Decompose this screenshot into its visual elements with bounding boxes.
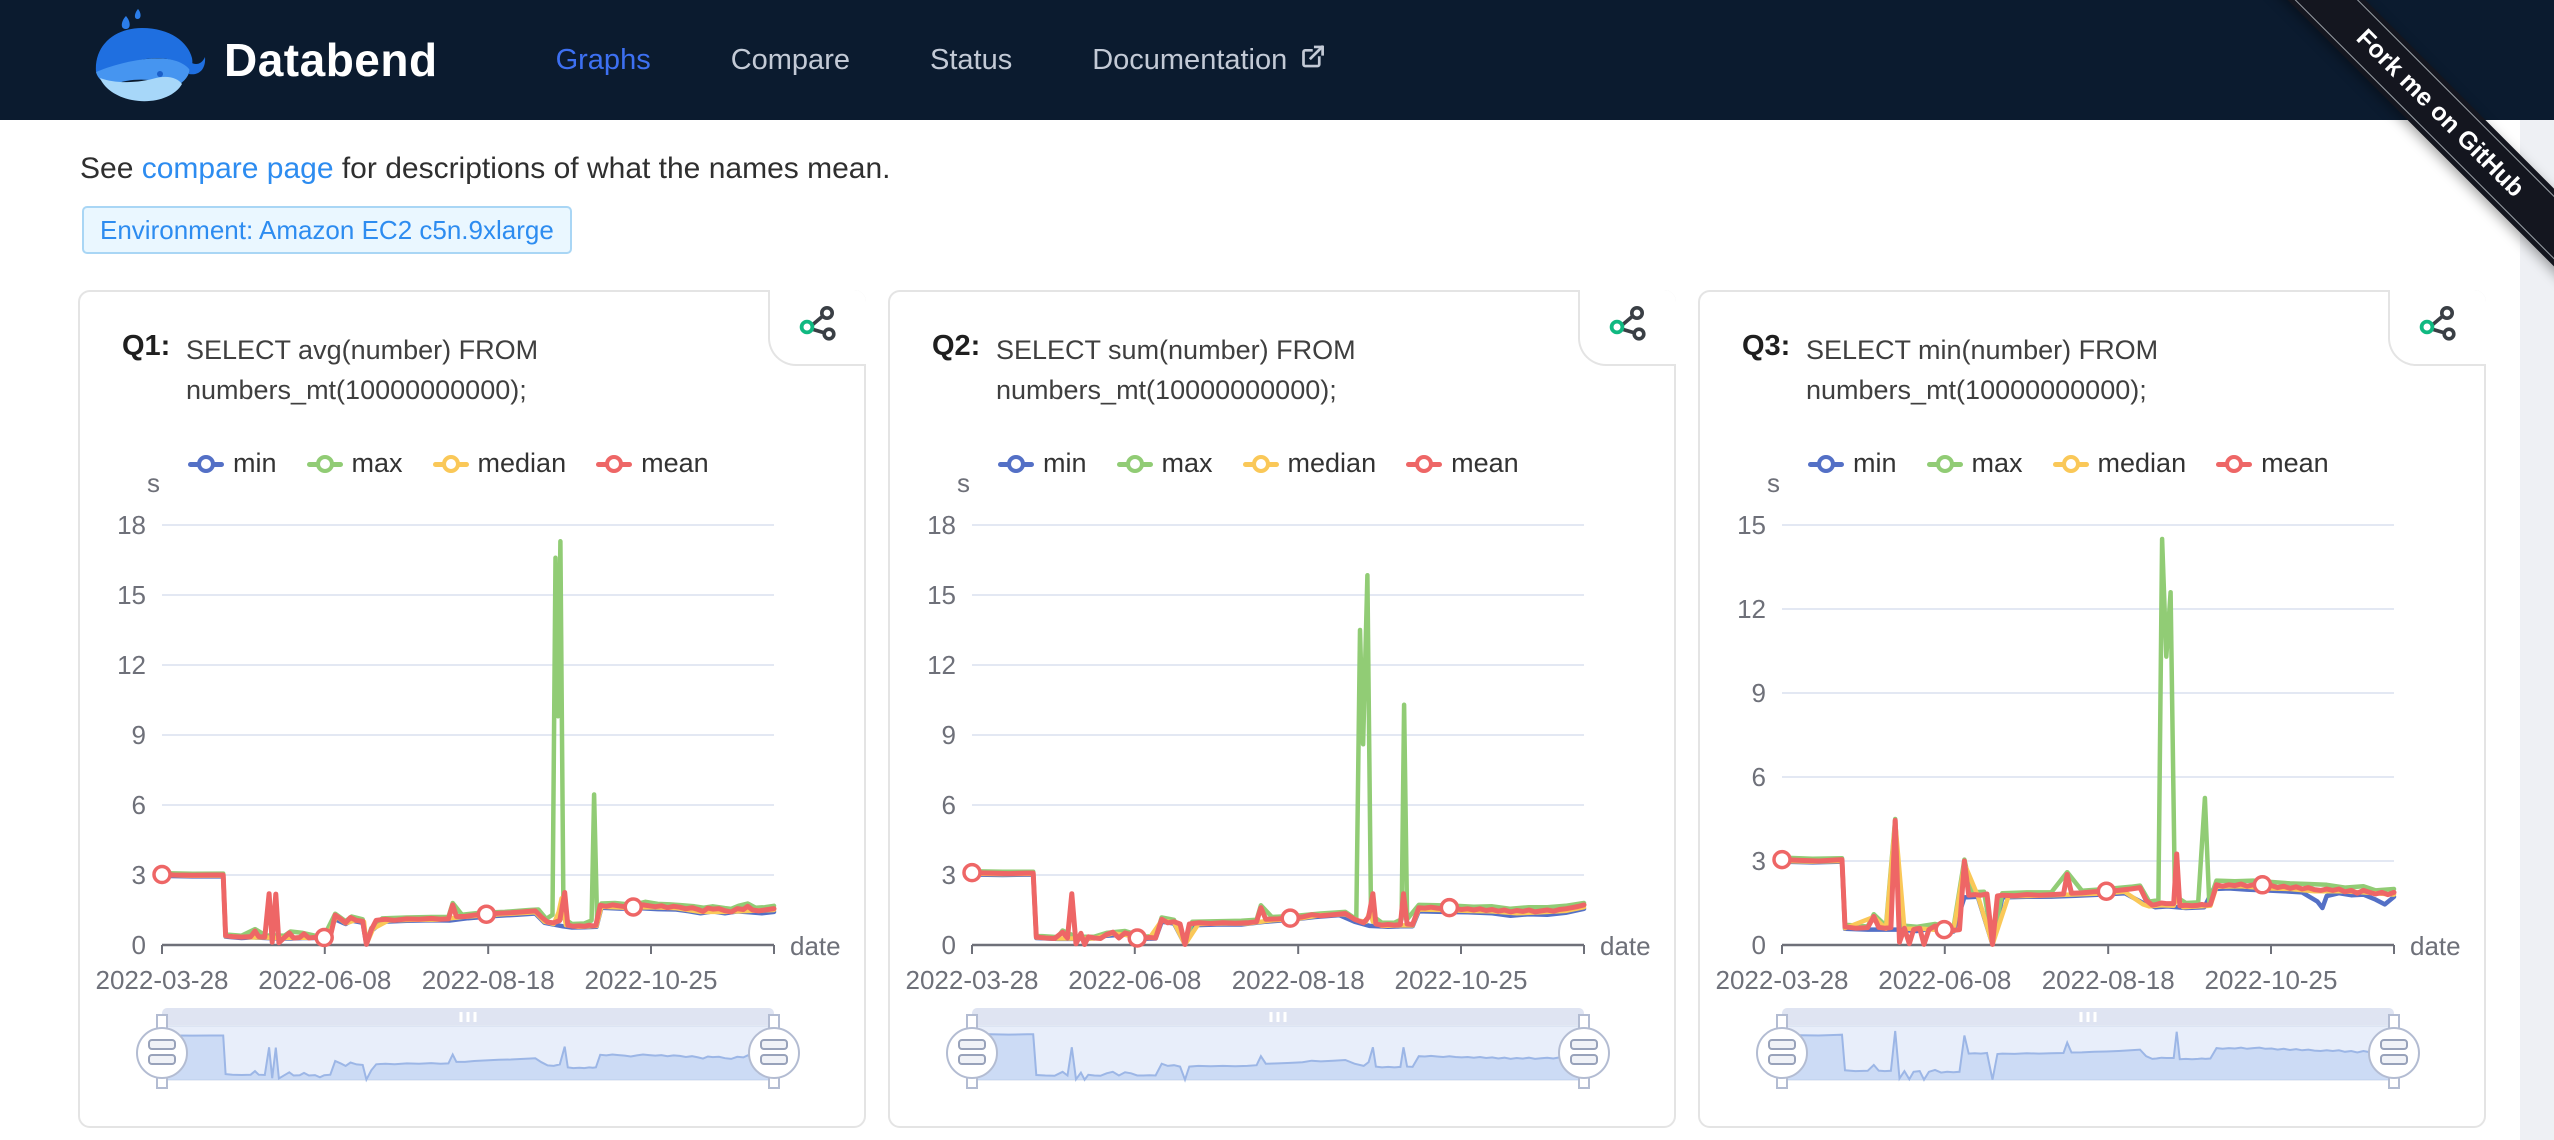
- y-tick-label: 15: [927, 580, 956, 610]
- brand[interactable]: Databend: [90, 8, 438, 113]
- x-tick-label: 2022-06-08: [258, 965, 391, 995]
- chart-header: Q3: SELECT min(number) FROM numbers_mt(1…: [1742, 330, 2222, 410]
- x-tick-label: 2022-03-28: [96, 965, 229, 995]
- data-point-marker: [154, 867, 170, 883]
- share-icon: [1607, 304, 1649, 351]
- x-tick-label: 2022-06-08: [1878, 965, 2011, 995]
- y-tick-label: 9: [1752, 678, 1766, 708]
- share-icon: [797, 304, 839, 351]
- x-axis-name: date: [790, 931, 841, 961]
- nav-links: Graphs Compare Status Documentation: [556, 43, 1327, 78]
- x-tick-label: 2022-10-25: [2204, 965, 2337, 995]
- y-tick-label: 12: [117, 650, 146, 680]
- data-point-marker: [316, 930, 332, 946]
- page: Databend Graphs Compare Status Documenta…: [0, 0, 2554, 1140]
- github-ribbon-wrap: Fork me on GitHub: [2224, 0, 2554, 330]
- y-tick-label: 0: [132, 930, 146, 960]
- series-line-max: [1782, 539, 2394, 942]
- y-tick-label: 15: [1737, 510, 1766, 540]
- data-point-marker: [1282, 910, 1298, 926]
- data-point-marker: [478, 906, 494, 922]
- x-tick-label: 2022-03-28: [906, 965, 1039, 995]
- y-tick-label: 6: [1752, 762, 1766, 792]
- external-link-icon: [1299, 43, 1326, 78]
- nav-link-documentation[interactable]: Documentation: [1092, 43, 1326, 78]
- y-tick-label: 18: [117, 510, 146, 540]
- x-tick-label: 2022-10-25: [1394, 965, 1527, 995]
- query-label: Q2:: [932, 330, 996, 410]
- nav-link-compare[interactable]: Compare: [731, 44, 850, 77]
- y-axis-unit: s: [147, 470, 160, 498]
- x-tick-label: 2022-10-25: [584, 965, 717, 995]
- y-tick-label: 0: [942, 930, 956, 960]
- query-label: Q1:: [122, 330, 186, 410]
- series-line-mean: [972, 873, 1584, 945]
- data-point-marker: [1936, 922, 1952, 938]
- y-tick-label: 6: [132, 790, 146, 820]
- y-tick-label: 0: [1752, 930, 1766, 960]
- y-tick-label: 12: [1737, 594, 1766, 624]
- github-ribbon-label: Fork me on GitHub: [2258, 0, 2554, 296]
- x-tick-label: 2022-06-08: [1068, 965, 1201, 995]
- navbar: Databend Graphs Compare Status Documenta…: [0, 0, 2554, 120]
- chart-plot-q3[interactable]: 15 12 9 6 3 0 s 2022-03-28 2022-06-08 2022-08-18 2…: [1700, 470, 2488, 1130]
- nav-link-graphs[interactable]: Graphs: [556, 44, 651, 77]
- x-tick-label: 2022-03-28: [1716, 965, 1849, 995]
- x-axis-name: date: [2410, 931, 2461, 961]
- chart-plot-q2[interactable]: 18 15 12 9 6 3 0 s 2022-03-28 2022-06-08 2022-08-1…: [890, 470, 1678, 1130]
- data-point-marker: [625, 899, 641, 915]
- y-axis-unit: s: [957, 470, 970, 498]
- query-sql: SELECT sum(number) FROM numbers_mt(10000…: [996, 330, 1412, 410]
- y-tick-label: 3: [1752, 846, 1766, 876]
- data-point-marker: [1441, 900, 1457, 916]
- query-sql: SELECT avg(number) FROM numbers_mt(10000…: [186, 330, 602, 410]
- chart-card-q2: Q2: SELECT sum(number) FROM numbers_mt(1…: [888, 290, 1676, 1128]
- y-tick-label: 3: [942, 860, 956, 890]
- intro-suffix: for descriptions of what the names mean.: [334, 152, 891, 185]
- y-tick-label: 9: [132, 720, 146, 750]
- x-axis-name: date: [1600, 931, 1651, 961]
- data-point-marker: [2254, 877, 2270, 893]
- chart-header: Q1: SELECT avg(number) FROM numbers_mt(1…: [122, 330, 602, 410]
- nav-link-documentation-label: Documentation: [1092, 44, 1287, 77]
- y-tick-label: 3: [132, 860, 146, 890]
- intro-text: See compare page for descriptions of wha…: [80, 152, 890, 186]
- y-axis-unit: s: [1767, 470, 1780, 498]
- compare-page-link[interactable]: compare page: [142, 152, 334, 185]
- series-line-max: [162, 541, 774, 942]
- query-sql: SELECT min(number) FROM numbers_mt(10000…: [1806, 330, 2222, 410]
- intro-prefix: See: [80, 152, 142, 185]
- x-tick-label: 2022-08-18: [422, 965, 555, 995]
- databend-whale-logo-icon: [90, 8, 208, 113]
- chart-card-q1: Q1: SELECT avg(number) FROM numbers_mt(1…: [78, 290, 866, 1128]
- chart-header: Q2: SELECT sum(number) FROM numbers_mt(1…: [932, 330, 1412, 410]
- y-tick-label: 9: [942, 720, 956, 750]
- brand-name: Databend: [224, 33, 438, 87]
- share-button[interactable]: [1578, 290, 1676, 366]
- series-line-mean: [162, 875, 774, 945]
- data-point-marker: [1774, 852, 1790, 868]
- data-point-marker: [964, 865, 980, 881]
- nav-link-status[interactable]: Status: [930, 44, 1012, 77]
- x-tick-label: 2022-08-18: [1232, 965, 1365, 995]
- y-tick-label: 15: [117, 580, 146, 610]
- series-line-min: [1782, 862, 2394, 945]
- y-tick-label: 18: [927, 510, 956, 540]
- query-label: Q3:: [1742, 330, 1806, 410]
- environment-badge: Environment: Amazon EC2 c5n.9xlarge: [82, 206, 572, 254]
- series-line-max: [972, 575, 1584, 943]
- data-point-marker: [1129, 930, 1145, 946]
- data-point-marker: [2098, 883, 2114, 899]
- y-tick-label: 12: [927, 650, 956, 680]
- share-button[interactable]: [768, 290, 866, 366]
- y-tick-label: 6: [942, 790, 956, 820]
- x-tick-label: 2022-08-18: [2042, 965, 2175, 995]
- chart-plot-q1[interactable]: 18 15 12 9 6 3 0 s 2022-03-28 2022-06-08 2022-08-1…: [80, 470, 868, 1130]
- chart-card-q3: Q3: SELECT min(number) FROM numbers_mt(1…: [1698, 290, 2486, 1128]
- github-ribbon[interactable]: Fork me on GitHub: [2254, 0, 2554, 299]
